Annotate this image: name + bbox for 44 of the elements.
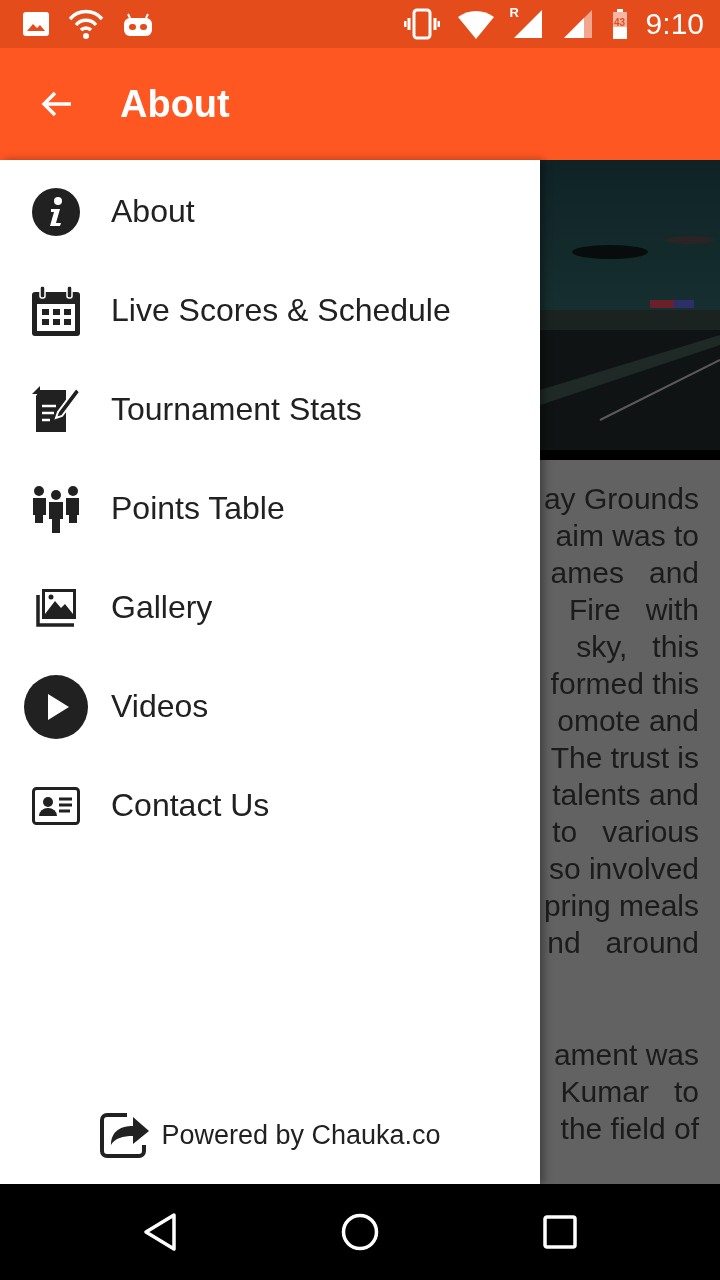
screen-title: About (120, 82, 230, 126)
paragraph-line: formed this (549, 666, 699, 702)
robot-icon (122, 11, 154, 37)
recents-icon (543, 1215, 577, 1249)
paragraph-line: Kumar to (559, 1074, 699, 1110)
drawer-item[interactable]: Videos (0, 657, 540, 756)
drawer-item[interactable]: About (0, 162, 540, 261)
battery-level: 43 (613, 17, 627, 28)
paragraph-line: talents and (551, 777, 699, 813)
paragraph-line: The trust is (549, 740, 699, 776)
info-icon (32, 187, 80, 236)
contact-card-icon (32, 786, 80, 825)
paragraph-line: sky, this (575, 629, 699, 665)
paragraph-line: ames and (549, 555, 699, 591)
powered-by-text: Powered by Chauka.co (161, 1119, 441, 1151)
back-icon (142, 1212, 178, 1252)
calendar-icon (32, 285, 80, 336)
drawer-item[interactable]: Contact Us (0, 756, 540, 855)
paragraph-line: ay Grounds (542, 481, 699, 517)
paragraph-line: so involved (547, 851, 699, 887)
people-icon (32, 484, 80, 533)
drawer-item[interactable]: Live Scores & Schedule (0, 261, 540, 360)
vibrate-icon (403, 8, 440, 40)
paragraph-line: to various (551, 814, 699, 850)
drawer-item[interactable]: Points Table (0, 459, 540, 558)
image-icon (22, 11, 50, 37)
home-icon (341, 1213, 379, 1251)
play-icon (24, 674, 88, 739)
wifi-icon (68, 9, 104, 39)
paragraph-line: aim was to (554, 518, 699, 554)
drawer-item[interactable]: Tournament Stats (0, 360, 540, 459)
paragraph-line: nd around (546, 925, 699, 961)
document-pencil-icon (32, 385, 80, 434)
paragraph-line: ament was (552, 1037, 699, 1073)
clock: 9:10 (645, 7, 704, 41)
roaming-indicator: R (509, 5, 519, 20)
battery-icon (611, 9, 628, 39)
paragraph-line: the field of (559, 1111, 699, 1147)
drawer-item[interactable]: Gallery (0, 558, 540, 657)
paragraph-line: omote and (556, 703, 699, 739)
paragraph-line: pring meals (542, 888, 699, 924)
gallery-icon (36, 588, 76, 627)
wifi-signal-icon (457, 9, 494, 39)
paragraph-line: Fire with (567, 592, 699, 628)
